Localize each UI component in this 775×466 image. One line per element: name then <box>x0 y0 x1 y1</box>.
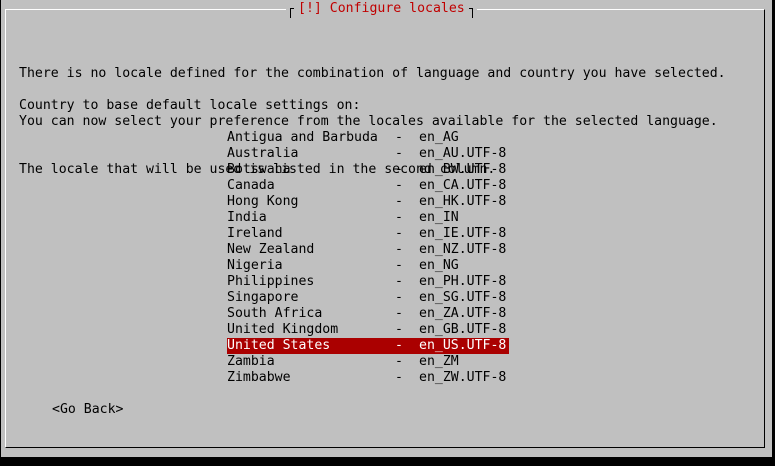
locale-country: Canada <box>227 178 275 193</box>
locale-separator: - <box>395 242 403 257</box>
locale-row[interactable]: Australia - en_AU.UTF-8 <box>227 146 509 162</box>
locale-row[interactable]: United Kingdom - en_GB.UTF-8 <box>227 322 509 338</box>
title-right-cap <box>468 8 473 18</box>
locale-country: United Kingdom <box>227 322 339 337</box>
locale-code: en_ZW.UTF-8 <box>419 370 507 385</box>
locale-code: en_ZM <box>419 354 459 369</box>
locale-row[interactable]: Canada - en_CA.UTF-8 <box>227 178 509 194</box>
locale-country: Botswana <box>227 162 291 177</box>
locale-list[interactable]: Antigua and Barbuda - en_AG Australia - en_A… <box>227 130 509 386</box>
locale-separator: - <box>395 354 403 369</box>
locale-country: Hong Kong <box>227 194 299 209</box>
locale-country: New Zealand <box>227 242 315 257</box>
description-line-1: There is no locale defined for the combi… <box>19 66 726 81</box>
locale-country: Philippines <box>227 274 315 289</box>
locale-separator: - <box>395 290 403 305</box>
locale-country: South Africa <box>227 306 323 321</box>
locale-separator: - <box>395 370 403 385</box>
locale-country: India <box>227 210 267 225</box>
locale-separator: - <box>395 194 403 209</box>
locale-code: en_GB.UTF-8 <box>419 322 507 337</box>
locale-separator: - <box>395 306 403 321</box>
description-line-2: You can now select your preference from … <box>19 114 718 129</box>
locale-row[interactable]: India - en_IN <box>227 210 509 226</box>
locale-separator: - <box>395 162 403 177</box>
locale-separator: - <box>395 274 403 289</box>
locale-row[interactable]: Zambia - en_ZM <box>227 354 509 370</box>
locale-country: Nigeria <box>227 258 283 273</box>
locale-row[interactable]: Antigua and Barbuda - en_AG <box>227 130 509 146</box>
locale-code: en_AG <box>419 130 459 145</box>
locale-row[interactable]: Botswana - en_BW.UTF-8 <box>227 162 509 178</box>
locale-separator: - <box>395 130 403 145</box>
locale-row[interactable]: Hong Kong - en_HK.UTF-8 <box>227 194 509 210</box>
locale-country: Ireland <box>227 226 283 241</box>
locale-country: Singapore <box>227 290 299 305</box>
locale-code: en_US.UTF-8 <box>419 338 507 353</box>
locale-code: en_AU.UTF-8 <box>419 146 507 161</box>
locale-code: en_IE.UTF-8 <box>419 226 507 241</box>
locale-code: en_IN <box>419 210 459 225</box>
locale-code: en_SG.UTF-8 <box>419 290 507 305</box>
locale-separator: - <box>395 146 403 161</box>
locale-row-selected[interactable]: United States - en_US.UTF-8 <box>227 338 509 354</box>
locale-separator: - <box>395 226 403 241</box>
locale-code: en_HK.UTF-8 <box>419 194 507 209</box>
locale-country: Zambia <box>227 354 275 369</box>
locale-code: en_CA.UTF-8 <box>419 178 507 193</box>
locale-row[interactable]: Ireland - en_IE.UTF-8 <box>227 226 509 242</box>
locale-separator: - <box>395 322 403 337</box>
locale-row[interactable]: New Zealand - en_NZ.UTF-8 <box>227 242 509 258</box>
go-back-button[interactable]: <Go Back> <box>52 402 123 418</box>
locale-country: Zimbabwe <box>227 370 291 385</box>
locale-separator: - <box>395 178 403 193</box>
locale-code: en_NZ.UTF-8 <box>419 242 507 257</box>
locale-row[interactable]: Singapore - en_SG.UTF-8 <box>227 290 509 306</box>
locale-separator: - <box>395 210 403 225</box>
configure-locales-dialog: [!] Configure locales There is no locale… <box>1 0 772 457</box>
locale-row[interactable]: Zimbabwe - en_ZW.UTF-8 <box>227 370 509 386</box>
dialog-title-bar: [!] Configure locales <box>286 0 477 18</box>
locale-separator: - <box>395 338 403 353</box>
locale-row[interactable]: Nigeria - en_NG <box>227 258 509 274</box>
locale-code: en_BW.UTF-8 <box>419 162 507 177</box>
country-prompt: Country to base default locale settings … <box>19 98 361 113</box>
locale-separator: - <box>395 258 403 273</box>
locale-row[interactable]: Philippines - en_PH.UTF-8 <box>227 274 509 290</box>
locale-code: en_PH.UTF-8 <box>419 274 507 289</box>
locale-country: Australia <box>227 146 299 161</box>
locale-code: en_ZA.UTF-8 <box>419 306 507 321</box>
dialog-title: [!] Configure locales <box>298 1 465 16</box>
locale-country: Antigua and Barbuda <box>227 130 378 145</box>
locale-country: United States <box>227 338 331 353</box>
locale-row[interactable]: South Africa - en_ZA.UTF-8 <box>227 306 509 322</box>
locale-code: en_NG <box>419 258 459 273</box>
